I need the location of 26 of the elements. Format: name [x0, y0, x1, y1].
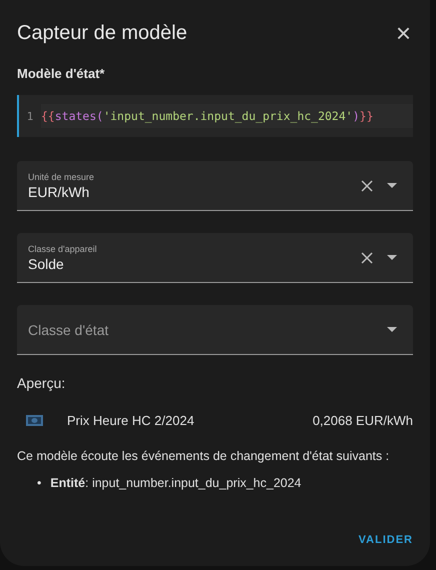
preview-heading: Aperçu: [17, 375, 66, 391]
select-field[interactable]: Unité de mesure EUR/kWh [17, 161, 413, 211]
close-button[interactable]: × [394, 20, 413, 46]
field-label: Classe d'appareil [28, 244, 98, 254]
select-field[interactable]: Classe d'état [17, 305, 413, 355]
listeners-text: Ce modèle écoute les événements de changement d'état suivants : [17, 449, 390, 463]
template-label: Modèle d'état* [17, 66, 106, 81]
entity-name: Prix Heure HC 2/2024 [67, 413, 196, 428]
listener-item: Entité: input_number.input_du_prix_hc_2024 [50, 476, 302, 490]
field-value: EUR/kWh [28, 184, 90, 200]
clear-icon[interactable] [361, 180, 373, 192]
caret-icon[interactable] [387, 183, 397, 188]
clear-icon[interactable] [361, 252, 373, 264]
caret-icon[interactable] [387, 255, 397, 260]
bullet: • [37, 476, 42, 490]
field-value: Solde [28, 256, 65, 272]
select-field[interactable]: Classe d'appareil Solde [17, 233, 413, 283]
field-label: Unité de mesure [28, 172, 96, 182]
code-editor[interactable]: 1 {{states('input_number.input_du_prix_hc_2024')}} [17, 95, 413, 137]
field-label: Classe d'état [28, 322, 110, 338]
entity-state: 0,2068 EUR/kWh [312, 413, 413, 428]
line-number: 1 [26, 110, 34, 122]
validate-button[interactable]: VALIDER [358, 530, 413, 550]
caret-icon[interactable] [387, 327, 397, 332]
banknote-icon [26, 415, 43, 426]
dialog-title: Capteur de modèle [17, 22, 188, 44]
